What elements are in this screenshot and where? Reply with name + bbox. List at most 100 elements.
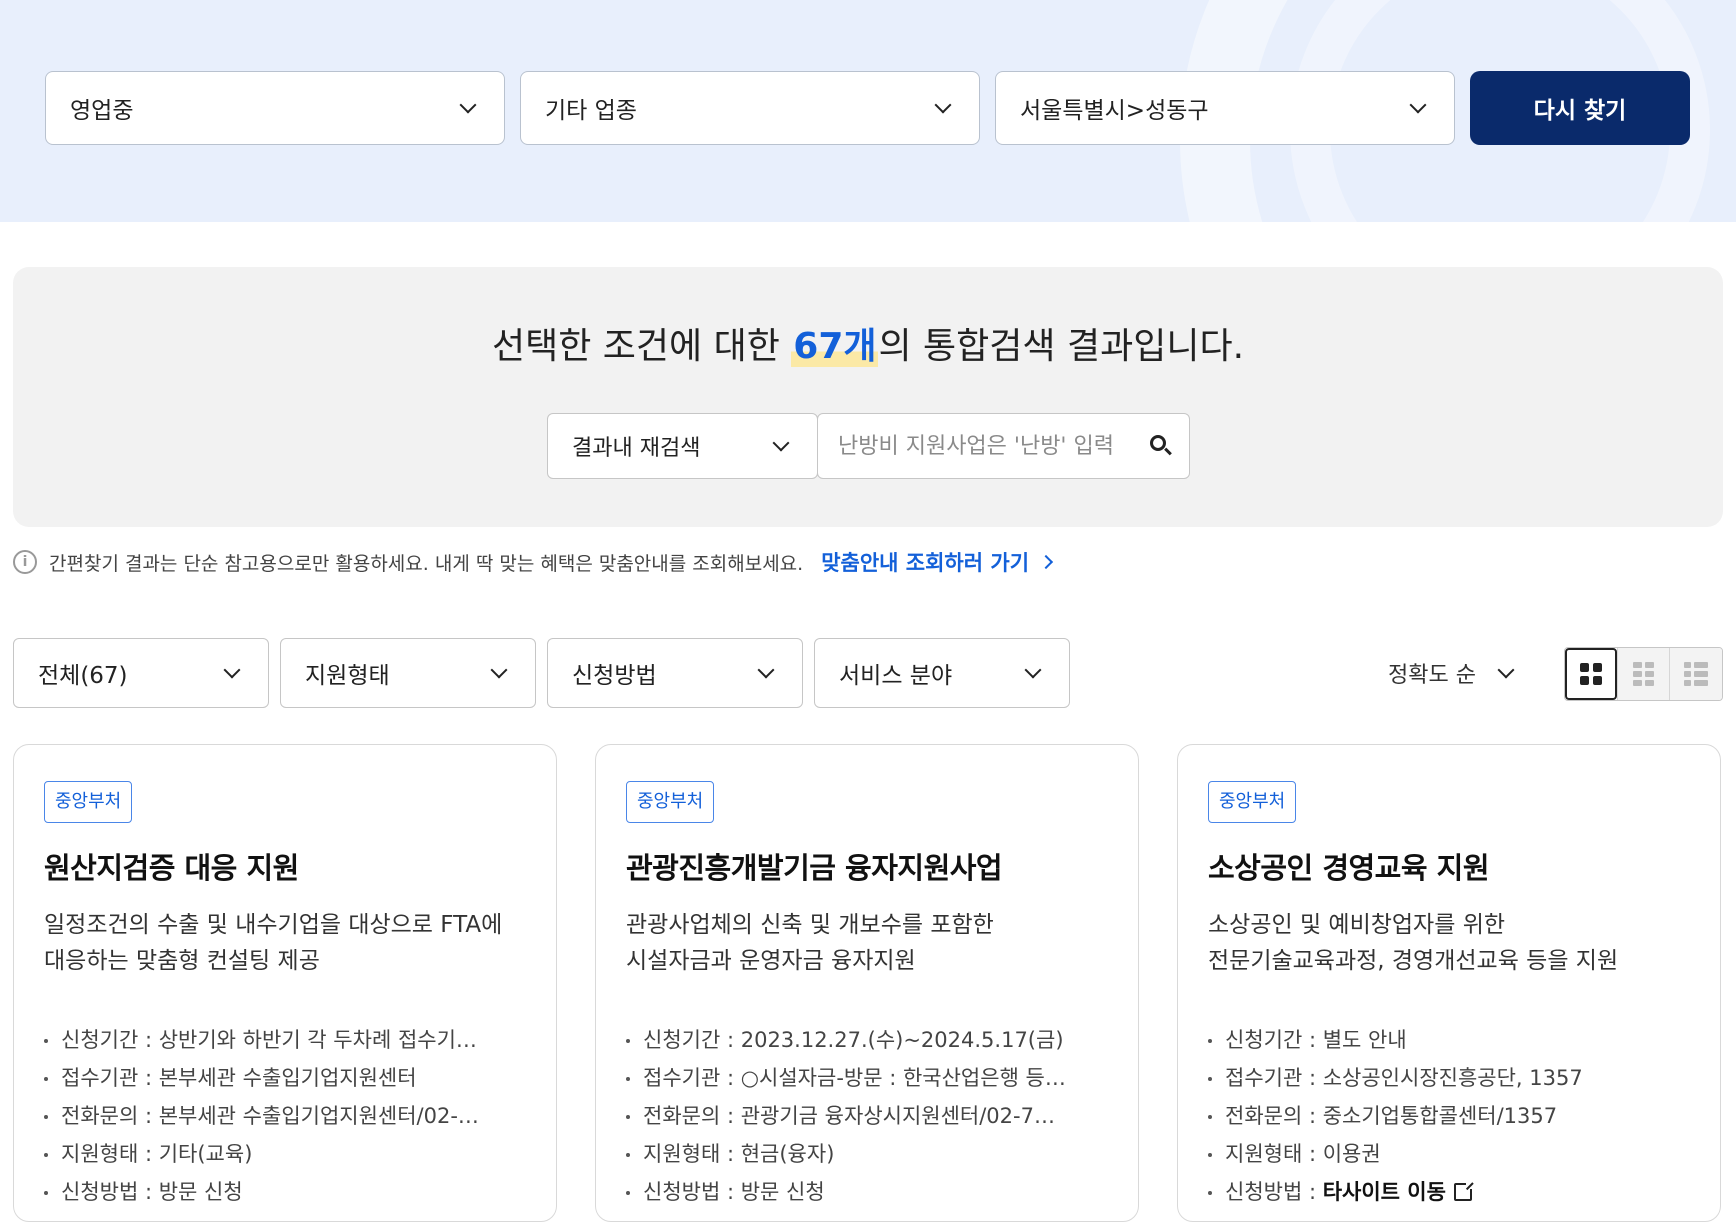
sort-select[interactable]: 정확도 순 (1388, 655, 1518, 691)
grid-3x3-icon (1633, 662, 1654, 686)
detail-value: 현금(융자) (740, 1142, 835, 1166)
search-again-button[interactable]: 다시 찾기 (1470, 71, 1690, 145)
detail-item: 신청기간 : 2023.12.27.(수)~2024.5.17(금) (626, 1021, 1108, 1059)
service-card[interactable]: 중앙부처 관광진흥개발기금 융자지원사업 관광사업체의 신축 및 개보수를 포함… (595, 744, 1139, 1222)
detail-item: 접수기관 : 본부세관 수출입기업지원센터 (44, 1059, 526, 1097)
detail-key: 신청기간 : (1225, 1028, 1323, 1052)
custom-guide-link-label: 맞춤안내 조회하러 가기 (821, 551, 1030, 575)
detail-item: 신청기간 : 상반기와 하반기 각 두차례 접수기… (44, 1021, 526, 1059)
industry-label: 기타 업종 (545, 98, 637, 124)
external-link-icon[interactable] (1453, 1181, 1474, 1201)
list-icon (1684, 662, 1709, 686)
detail-key: 신청방법 : (1225, 1180, 1323, 1204)
service-field-select[interactable]: 서비스 분야 (814, 638, 1070, 708)
chevron-down-icon (1024, 661, 1042, 679)
detail-value: 이용권 (1322, 1142, 1381, 1166)
card-description: 일정조건의 수출 및 내수기업을 대상으로 FTA에 대응하는 맞춤형 컨설팅 … (44, 912, 503, 974)
card-title: 원산지검증 대응 지원 (44, 851, 299, 885)
detail-key: 접수기관 : (61, 1066, 159, 1090)
chevron-down-icon (1497, 661, 1515, 679)
detail-key: 접수기관 : (1225, 1066, 1323, 1090)
apply-method-label: 신청방법 (572, 663, 657, 689)
detail-value: 2023.12.27.(수)~2024.5.17(금) (740, 1028, 1064, 1052)
view-grid-small-button[interactable] (1616, 648, 1670, 700)
detail-value: 별도 안내 (1322, 1028, 1407, 1052)
detail-key: 전화문의 : (643, 1104, 741, 1128)
chevron-down-icon (459, 96, 477, 114)
detail-value: 본부세관 수출입기업지원센터/02-… (158, 1104, 479, 1128)
notice-text: 간편찾기 결과는 단순 참고용으로만 활용하세요. 내게 딱 맞는 혜택은 맞춤… (49, 552, 804, 575)
detail-item: 신청방법 : 방문 신청 (44, 1173, 526, 1211)
detail-item: 전화문의 : 중소기업통합콜센터/1357 (1208, 1097, 1690, 1135)
card-title: 관광진흥개발기금 융자지원사업 (626, 851, 1003, 885)
detail-key: 신청방법 : (61, 1180, 159, 1204)
detail-item: 전화문의 : 관광기금 융자상시지원센터/02-7… (626, 1097, 1108, 1135)
card-details: 신청기간 : 상반기와 하반기 각 두차례 접수기… 접수기관 : 본부세관 수… (44, 1021, 526, 1211)
service-card[interactable]: 중앙부처 소상공인 경영교육 지원 소상공인 및 예비창업자를 위한 전문기술교… (1177, 744, 1721, 1222)
filter-band: 영업중 기타 업종 서울특별시>성동구 다시 찾기 (0, 0, 1736, 222)
region-label: 서울특별시>성동구 (1020, 98, 1209, 124)
agency-badge: 중앙부처 (44, 781, 133, 823)
headline-prefix: 선택한 조건에 대한 (491, 326, 792, 367)
results-headline: 선택한 조건에 대한 67개의 통합검색 결과입니다. (13, 317, 1723, 369)
category-all-select[interactable]: 전체(67) (13, 638, 269, 708)
detail-item: 신청기간 : 별도 안내 (1208, 1021, 1690, 1059)
research-search-input[interactable] (838, 433, 1149, 459)
region-select[interactable]: 서울특별시>성동구 (995, 71, 1455, 145)
external-site-link[interactable]: 타사이트 이동 (1323, 1180, 1446, 1204)
agency-badge: 중앙부처 (1208, 781, 1297, 823)
notice-bar: i 간편찾기 결과는 단순 참고용으로만 활용하세요. 내게 딱 맞는 혜택은 … (13, 547, 1054, 577)
detail-key: 지원형태 : (1225, 1142, 1323, 1166)
detail-item: 신청방법 : 방문 신청 (626, 1173, 1108, 1211)
research-scope-select[interactable]: 결과내 재검색 (547, 413, 818, 479)
research-search-box (817, 413, 1190, 479)
chevron-down-icon (757, 661, 775, 679)
chevron-down-icon (934, 96, 952, 114)
business-status-label: 영업중 (70, 98, 134, 124)
agency-badge: 중앙부처 (626, 781, 715, 823)
detail-value: ○시설자금-방문 : 한국산업은행 등… (740, 1066, 1066, 1090)
detail-value: 중소기업통합콜센터/1357 (1322, 1104, 1558, 1128)
results-summary: 선택한 조건에 대한 67개의 통합검색 결과입니다. 결과내 재검색 (13, 267, 1723, 527)
view-mode-toggle (1564, 647, 1723, 701)
chevron-down-icon (223, 661, 241, 679)
search-icon[interactable] (1149, 434, 1173, 458)
headline-suffix: 의 통합검색 결과입니다. (878, 326, 1245, 367)
service-field-label: 서비스 분야 (839, 663, 953, 689)
view-list-button[interactable] (1669, 648, 1722, 700)
grid-2x2-icon (1579, 663, 1602, 685)
detail-item: 신청방법 : 타사이트 이동 (1208, 1173, 1690, 1211)
detail-value: 본부세관 수출입기업지원센터 (158, 1066, 417, 1090)
custom-guide-link[interactable]: 맞춤안내 조회하러 가기 (821, 547, 1054, 577)
detail-key: 신청기간 : (61, 1028, 159, 1052)
result-count: 67개 (791, 326, 879, 367)
detail-value: 관광기금 융자상시지원센터/02-7… (740, 1104, 1055, 1128)
detail-item: 접수기관 : ○시설자금-방문 : 한국산업은행 등… (626, 1059, 1108, 1097)
info-icon: i (13, 550, 37, 574)
detail-key: 신청방법 : (643, 1180, 741, 1204)
service-card[interactable]: 중앙부처 원산지검증 대응 지원 일정조건의 수출 및 내수기업을 대상으로 F… (13, 744, 557, 1222)
detail-value: 상반기와 하반기 각 두차례 접수기… (158, 1028, 477, 1052)
detail-value: 방문 신청 (740, 1180, 825, 1204)
chevron-down-icon (772, 434, 790, 452)
business-status-select[interactable]: 영업중 (45, 71, 505, 145)
detail-key: 신청기간 : (643, 1028, 741, 1052)
detail-key: 지원형태 : (643, 1142, 741, 1166)
detail-item: 접수기관 : 소상공인시장진흥공단, 1357 (1208, 1059, 1690, 1097)
detail-key: 지원형태 : (61, 1142, 159, 1166)
chevron-right-icon (1038, 554, 1054, 570)
support-type-select[interactable]: 지원형태 (280, 638, 536, 708)
detail-value: 소상공인시장진흥공단, 1357 (1322, 1066, 1583, 1090)
support-type-label: 지원형태 (305, 663, 390, 689)
detail-item: 전화문의 : 본부세관 수출입기업지원센터/02-… (44, 1097, 526, 1135)
sort-label: 정확도 순 (1388, 663, 1476, 688)
detail-key: 전화문의 : (1225, 1104, 1323, 1128)
research-scope-label: 결과내 재검색 (572, 436, 701, 461)
card-description: 관광사업체의 신축 및 개보수를 포함한 시설자금과 운영자금 융자지원 (626, 912, 994, 974)
detail-item: 지원형태 : 현금(융자) (626, 1135, 1108, 1173)
industry-select[interactable]: 기타 업종 (520, 71, 980, 145)
apply-method-select[interactable]: 신청방법 (547, 638, 803, 708)
view-grid-large-button[interactable] (1565, 648, 1617, 700)
detail-key: 접수기관 : (643, 1066, 741, 1090)
detail-item: 지원형태 : 기타(교육) (44, 1135, 526, 1173)
